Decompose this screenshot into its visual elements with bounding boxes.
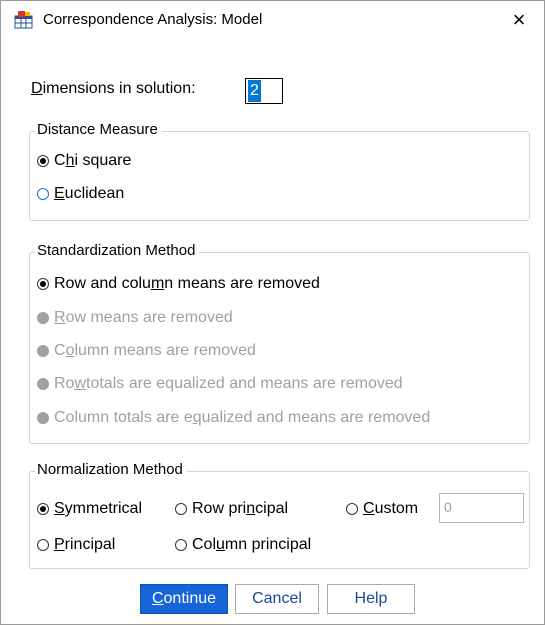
- radio-dot: [37, 412, 49, 424]
- standardization-legend: Standardization Method: [35, 242, 200, 259]
- opt1-post: n means are removed: [164, 275, 320, 292]
- opt3-post: lumn means are removed: [74, 342, 256, 359]
- opt5-pre: Column totals are e: [54, 409, 193, 426]
- radio-dot: [37, 378, 49, 390]
- radio-chi-square[interactable]: Chi square: [37, 152, 131, 170]
- princ-post: rincipal: [64, 536, 116, 553]
- radio-dot: [37, 155, 49, 167]
- euclid-mnemonic: E: [54, 185, 65, 202]
- radio-dot: [346, 503, 358, 515]
- continue-mnemonic: C: [151, 590, 164, 607]
- radio-dot: [175, 503, 187, 515]
- opt1-pre: Row and colu: [54, 275, 151, 292]
- continue-post: ontinue: [163, 590, 217, 607]
- radio-row-column-means[interactable]: Row and colu m n means are removed: [37, 275, 320, 293]
- radio-dot: [37, 345, 49, 357]
- radio-dot: [37, 312, 49, 324]
- title-bar: Correspondence Analysis: Model ×: [1, 1, 544, 39]
- radio-dot: [37, 278, 49, 290]
- sym-post: ymmetrical: [64, 500, 143, 517]
- colp-post: mn principal: [224, 536, 312, 553]
- dialog-window: Correspondence Analysis: Model × Dimensi…: [0, 0, 545, 625]
- dimensions-label: Dimensions in solution:: [31, 80, 196, 98]
- radio-dot: [175, 539, 187, 551]
- dimensions-label-mnemonic: D: [31, 80, 43, 97]
- opt1-mnemonic: m: [150, 275, 165, 292]
- chi-mnemonic: h: [65, 152, 75, 169]
- radio-row-means: Row means are removed: [37, 309, 233, 327]
- opt4-post: totals are equalized and means are remov…: [86, 375, 403, 392]
- radio-dot: [37, 188, 49, 200]
- radio-symmetrical[interactable]: Symmetrical: [37, 500, 142, 518]
- radio-row-principal[interactable]: Row pri n cipal: [175, 500, 288, 518]
- dialog-body: Dimensions in solution: 2 Distance Measu…: [1, 39, 544, 624]
- dimensions-value: 2: [248, 80, 261, 102]
- radio-row-totals-equalized: Ro w totals are equalized and means are r…: [37, 375, 403, 393]
- radio-dot: [37, 539, 49, 551]
- custom-mnemonic: C: [363, 500, 375, 517]
- custom-value-input: 0: [439, 493, 524, 523]
- dimensions-label-text: imensions in solution:: [42, 80, 196, 97]
- rowp-pre: Row pri: [192, 500, 247, 517]
- distance-measure-group: [29, 131, 530, 221]
- princ-mnemonic: P: [54, 536, 65, 553]
- opt4-pre: Ro: [54, 375, 75, 392]
- custom-post: ustom: [374, 500, 419, 517]
- colp-mnemonic: u: [216, 536, 225, 553]
- distance-measure-legend: Distance Measure: [35, 121, 162, 138]
- radio-column-means: Co lumn means are removed: [37, 342, 256, 360]
- normalization-legend: Normalization Method: [35, 461, 187, 478]
- radio-euclidean[interactable]: Euclidean: [37, 185, 124, 203]
- chi-post: i square: [74, 152, 132, 169]
- chi-pre: C: [54, 152, 66, 169]
- opt2-post: ow means are removed: [65, 309, 233, 326]
- rowp-post: cipal: [255, 500, 289, 517]
- rowp-mnemonic: n: [246, 500, 256, 517]
- help-button[interactable]: Help: [327, 584, 415, 614]
- opt5-post: ualized and means are removed: [201, 409, 431, 426]
- radio-principal[interactable]: Principal: [37, 536, 115, 554]
- radio-dot: [37, 503, 49, 515]
- continue-button[interactable]: Continue: [140, 584, 228, 614]
- opt4-mnemonic: w: [74, 375, 87, 392]
- opt5-mnemonic: q: [192, 409, 202, 426]
- opt3-mnemonic: o: [65, 342, 75, 359]
- colp-pre: Col: [192, 536, 217, 553]
- radio-column-totals-equalized: Column totals are e q ualized and means ar…: [37, 409, 430, 427]
- radio-column-principal[interactable]: Col u mn principal: [175, 536, 311, 554]
- opt3-pre: C: [54, 342, 66, 359]
- sym-mnemonic: S: [54, 500, 65, 517]
- window-title: Correspondence Analysis: Model: [43, 11, 263, 28]
- spss-app-icon: [14, 11, 33, 29]
- euclid-post: uclidean: [64, 185, 125, 202]
- dimensions-input[interactable]: 2: [245, 78, 283, 104]
- close-icon[interactable]: ×: [504, 6, 534, 34]
- cancel-button[interactable]: Cancel: [235, 584, 319, 614]
- opt2-mnemonic: R: [54, 309, 66, 326]
- radio-custom[interactable]: Custom: [346, 500, 418, 518]
